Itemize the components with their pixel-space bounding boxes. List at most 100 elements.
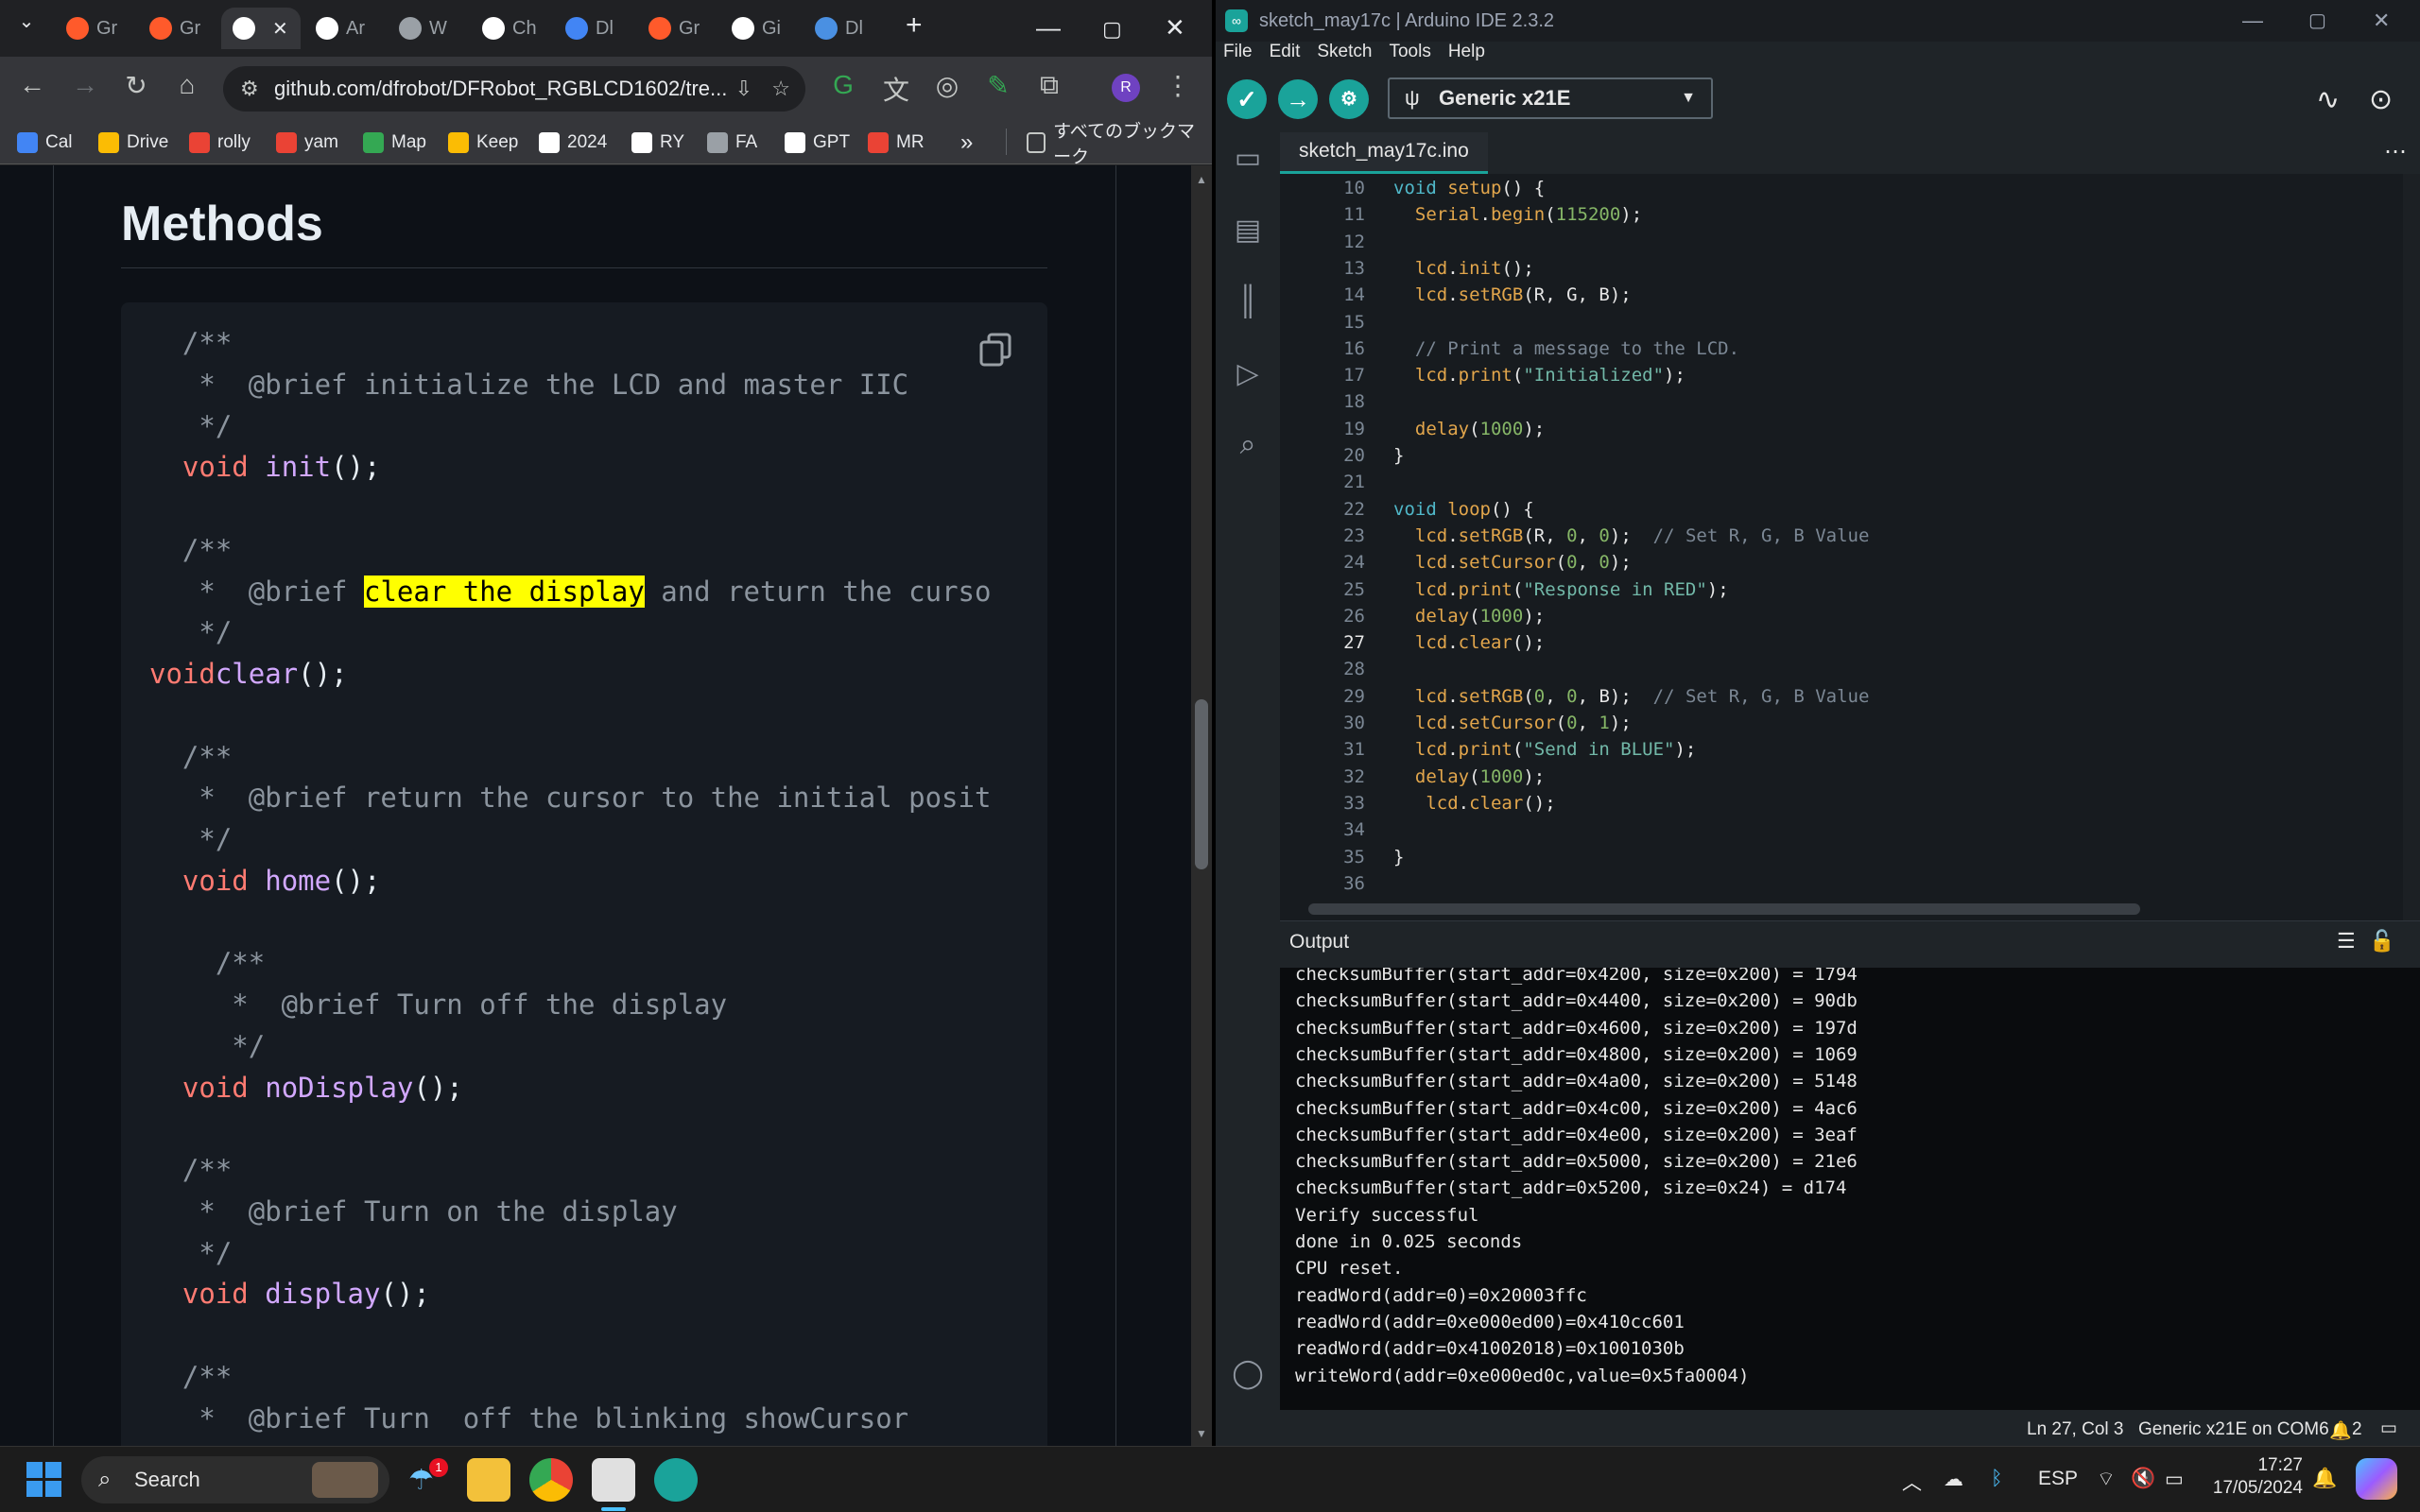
menu-kebab-icon[interactable]: ⋮	[1159, 70, 1197, 101]
browser-tab[interactable]: Gr	[138, 8, 217, 49]
arduino-maximize-button[interactable]: ▢	[2308, 0, 2326, 42]
wifi-icon[interactable]: ⌔	[2097, 1468, 2116, 1492]
editor-code-line[interactable]: Serial.begin(115200);	[1393, 204, 1642, 225]
scroll-down-icon[interactable]: ▼	[1196, 1427, 1207, 1440]
editor-code-line[interactable]: lcd.clear();	[1393, 793, 1555, 814]
library-manager-icon[interactable]: ║	[1229, 285, 1267, 323]
arduino-close-button[interactable]: ✕	[2373, 0, 2390, 42]
board-port-status[interactable]: Generic x21E on COM6	[2138, 1419, 2329, 1440]
bookmark-item[interactable]: Drive	[98, 129, 168, 157]
taskbar-search[interactable]: ⌕ Search	[81, 1456, 389, 1503]
browser-tab[interactable]: ✕	[221, 8, 301, 49]
upload-button[interactable]: →	[1278, 79, 1318, 119]
browser-tab[interactable]: Dl	[804, 8, 883, 49]
snipping-tool-icon[interactable]	[592, 1458, 635, 1502]
boards-manager-icon[interactable]: ▤	[1229, 214, 1267, 251]
browser-tab[interactable]: Gr	[55, 8, 134, 49]
bookmark-item[interactable]: RY	[631, 129, 684, 157]
reload-icon[interactable]: ↻	[117, 70, 155, 101]
more-options-icon[interactable]: ⋯	[2384, 138, 2407, 165]
bookmark-star-icon[interactable]: ☆	[771, 66, 790, 112]
language-indicator[interactable]: ESP	[2038, 1468, 2078, 1490]
browser-tab[interactable]: Ch	[471, 8, 550, 49]
bookmark-item[interactable]: Map	[363, 129, 426, 157]
editor-code-line[interactable]: }	[1393, 847, 1404, 868]
menu-item-help[interactable]: Help	[1448, 42, 1485, 70]
browser-tab[interactable]: Dl	[554, 8, 633, 49]
editor-code-line[interactable]: delay(1000);	[1393, 606, 1545, 627]
file-tab[interactable]: sketch_may17c.ino	[1280, 132, 1488, 174]
account-icon[interactable]: ◯	[1229, 1357, 1267, 1395]
browser-tab[interactable]: Ar	[304, 8, 384, 49]
bluetooth-icon[interactable]: ᛒ	[1991, 1468, 2003, 1490]
editor-code-line[interactable]: lcd.print("Initialized");	[1393, 365, 1685, 386]
bookmarks-overflow-button[interactable]: »	[960, 129, 973, 157]
bookmark-item[interactable]: yam	[276, 129, 338, 157]
sketchbook-folder-icon[interactable]: ▭	[1229, 142, 1267, 180]
scrollbar-thumb[interactable]	[1195, 699, 1208, 869]
notification-icon[interactable]: 🔔	[2329, 1419, 2352, 1442]
editor-horizontal-scrollbar[interactable]	[1308, 903, 2140, 915]
install-icon[interactable]: ⇩	[735, 66, 752, 112]
editor-code-line[interactable]: lcd.setRGB(R, 0, 0); // Set R, G, B Valu…	[1393, 525, 1870, 546]
bookmark-item[interactable]: GPT	[785, 129, 850, 157]
tab-close-icon[interactable]: ✕	[272, 17, 288, 41]
all-bookmarks-button[interactable]: すべてのブックマーク	[1027, 122, 1212, 167]
address-bar[interactable]: ⚙ github.com/dfrobot/DFRobot_RGBLCD1602/…	[223, 66, 805, 112]
cursor-position[interactable]: Ln 27, Col 3	[2027, 1419, 2123, 1440]
code-editor[interactable]: 10 void setup() {11 Serial.begin(115200);…	[1280, 174, 2420, 920]
tray-chevron-icon[interactable]: ︿	[1902, 1468, 1922, 1496]
battery-icon[interactable]: ▭	[2165, 1468, 2184, 1491]
bookmark-item[interactable]: 2024	[539, 129, 607, 157]
serial-monitor-icon[interactable]: ⊙	[2369, 83, 2393, 116]
extensions-icon[interactable]: ⧉	[1030, 70, 1068, 101]
profile-avatar[interactable]: R	[1112, 74, 1140, 102]
editor-code-line[interactable]: delay(1000);	[1393, 419, 1545, 439]
close-window-button[interactable]: ✕	[1165, 13, 1185, 43]
browser-tab[interactable]: Gr	[637, 8, 717, 49]
menu-item-file[interactable]: File	[1223, 42, 1253, 70]
pen-extension-icon[interactable]: ✎	[979, 70, 1017, 101]
home-icon[interactable]: ⌂	[168, 70, 206, 100]
debug-icon[interactable]: ▷	[1229, 357, 1267, 395]
bookmark-item[interactable]: Cal	[17, 129, 73, 157]
editor-code-line[interactable]: lcd.clear();	[1393, 632, 1545, 653]
back-icon[interactable]: ←	[13, 70, 51, 100]
editor-code-line[interactable]: lcd.setCursor(0, 0);	[1393, 552, 1632, 573]
debug-button[interactable]: ⚙	[1329, 79, 1369, 119]
bookmark-item[interactable]: FA	[707, 129, 757, 157]
arduino-taskbar-icon[interactable]	[654, 1458, 698, 1502]
tab-search-button[interactable]: ⌄	[8, 9, 45, 33]
search-icon[interactable]: ⌕	[1229, 429, 1267, 467]
copy-icon[interactable]	[977, 331, 1015, 369]
editor-code-line[interactable]: void setup() {	[1393, 178, 1545, 198]
arduino-minimize-button[interactable]: —	[2242, 0, 2263, 42]
editor-code-line[interactable]: void loop() {	[1393, 499, 1534, 520]
site-info-icon[interactable]: ⚙	[240, 66, 259, 112]
browser-tab[interactable]: Gi	[720, 8, 800, 49]
forward-icon[interactable]: →	[66, 70, 104, 100]
scroll-lock-icon[interactable]: 🔓	[2369, 929, 2394, 954]
board-selector[interactable]: ψ Generic x21E ▼	[1388, 77, 1713, 119]
bookmark-item[interactable]: rolly	[189, 129, 251, 157]
editor-code-line[interactable]: lcd.print("Send in BLUE");	[1393, 739, 1696, 760]
bookmark-item[interactable]: MR	[868, 129, 925, 157]
notification-bell-icon[interactable]: 🔔	[2312, 1468, 2337, 1490]
verify-button[interactable]: ✓	[1227, 79, 1267, 119]
editor-code-line[interactable]: }	[1393, 445, 1404, 466]
maximize-button[interactable]: ▢	[1102, 17, 1122, 42]
clock[interactable]: 17:27 17/05/2024	[2212, 1454, 2303, 1500]
menu-item-edit[interactable]: Edit	[1270, 42, 1301, 70]
editor-code-line[interactable]: lcd.setRGB(0, 0, B); // Set R, G, B Valu…	[1393, 686, 1870, 707]
editor-code-line[interactable]: lcd.init();	[1393, 258, 1534, 279]
editor-code-line[interactable]: // Print a message to the LCD.	[1393, 338, 1739, 359]
editor-scrollbar[interactable]	[2403, 174, 2420, 920]
editor-code-line[interactable]: lcd.setCursor(0, 1);	[1393, 713, 1632, 733]
translate-extension-icon[interactable]: 文	[877, 70, 915, 108]
new-tab-button[interactable]: +	[906, 9, 923, 42]
menu-item-sketch[interactable]: Sketch	[1317, 42, 1372, 70]
grammarly-extension-icon[interactable]: G	[824, 70, 862, 100]
windows-start-icon[interactable]	[26, 1462, 62, 1498]
scroll-up-icon[interactable]: ▲	[1196, 173, 1207, 186]
onedrive-icon[interactable]: ☁	[1944, 1468, 1963, 1491]
